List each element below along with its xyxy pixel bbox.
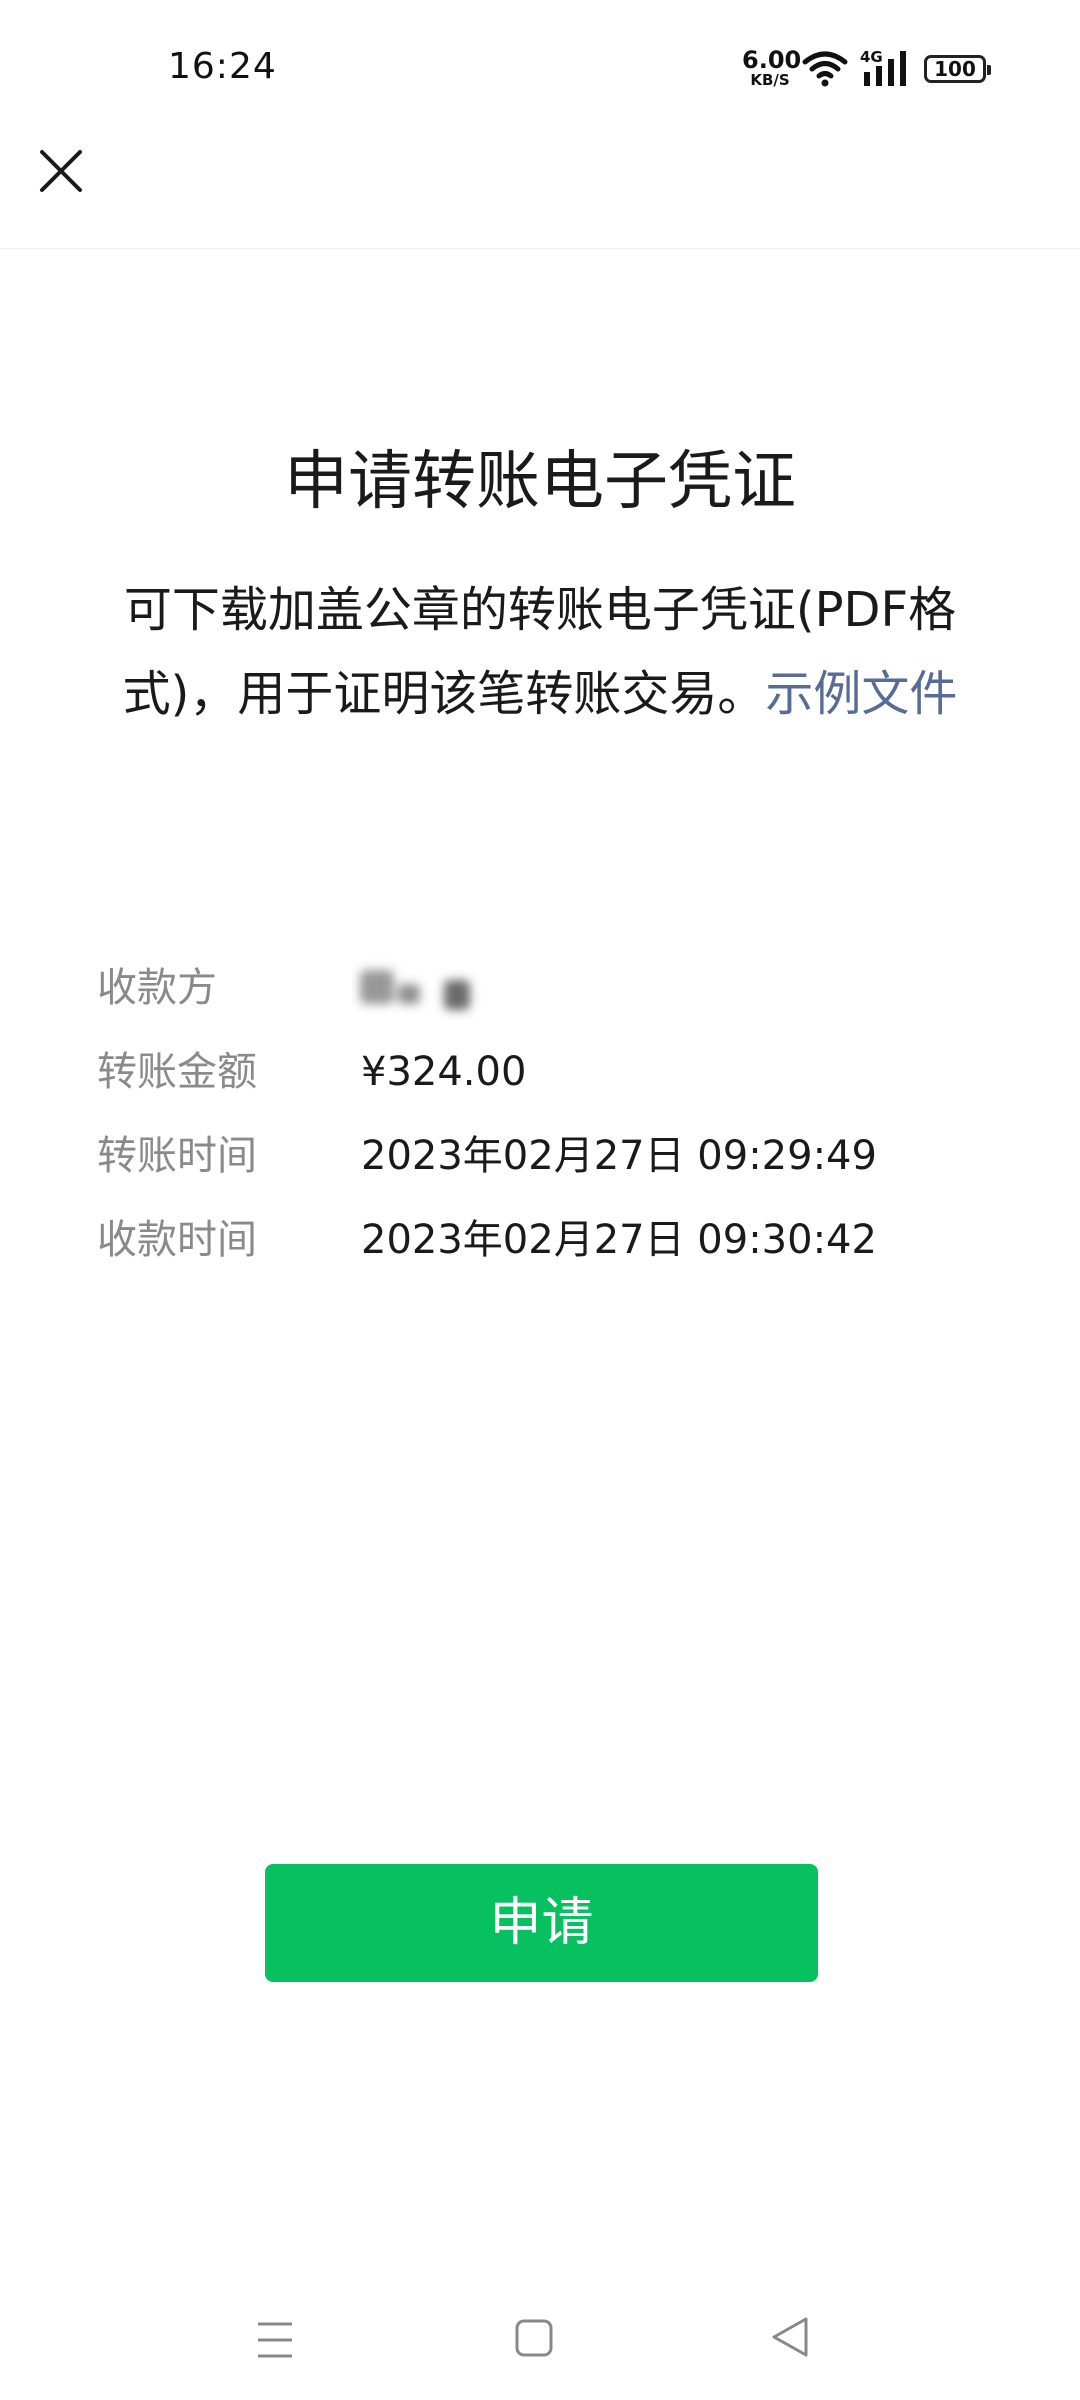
status-time: 16:24	[168, 46, 277, 87]
amount-row: 转账金额 ¥324.00	[97, 1030, 987, 1114]
battery-icon: 100	[924, 55, 991, 83]
blurred-payee-name	[360, 970, 470, 1010]
cellular-signal-icon: 4G	[860, 48, 906, 86]
transfer-details: 收款方 转账金额 ¥324.00 转账时间 2023年02月27日 09:29:…	[97, 946, 987, 1282]
payee-row: 收款方	[97, 946, 987, 1030]
voucher-request-screen: 16:24 6.00 KB/S 4G 100 申请转账电子凭证 可下载加盖公章的…	[0, 0, 1080, 2400]
receive-time-value: 2023年02月27日 09:30:42	[361, 1217, 877, 1263]
back-icon[interactable]	[768, 2314, 812, 2360]
page-title: 申请转账电子凭证	[284, 445, 796, 519]
amount-label: 转账金额	[97, 1049, 257, 1095]
payee-label: 收款方	[97, 965, 217, 1011]
receive-time-row: 收款时间 2023年02月27日 09:30:42	[97, 1198, 987, 1282]
close-icon[interactable]	[30, 140, 92, 202]
network-type-label: 4G	[860, 48, 883, 66]
network-speed-value: 6.00	[742, 46, 802, 74]
transfer-time-row: 转账时间 2023年02月27日 09:29:49	[97, 1114, 987, 1198]
network-speed: 6.00 KB/S	[742, 46, 802, 90]
receive-time-label: 收款时间	[97, 1217, 257, 1263]
transfer-time-label: 转账时间	[97, 1133, 257, 1179]
menu-icon[interactable]	[254, 2318, 296, 2362]
example-file-link[interactable]: 示例文件	[765, 666, 957, 722]
network-speed-unit: KB/S	[750, 71, 790, 89]
home-icon[interactable]	[514, 2318, 554, 2358]
header-bar	[0, 140, 1080, 249]
amount-value: ¥324.00	[361, 1049, 527, 1095]
battery-level: 100	[934, 57, 976, 81]
transfer-time-value: 2023年02月27日 09:29:49	[361, 1133, 877, 1179]
status-bar: 16:24 6.00 KB/S 4G 100	[0, 0, 1080, 140]
description-text: 可下载加盖公章的转账电子凭证(PDF格式)，用于证明该笔转账交易。示例文件	[96, 568, 984, 736]
wifi-icon	[802, 51, 848, 87]
apply-button[interactable]: 申请	[265, 1864, 818, 1982]
